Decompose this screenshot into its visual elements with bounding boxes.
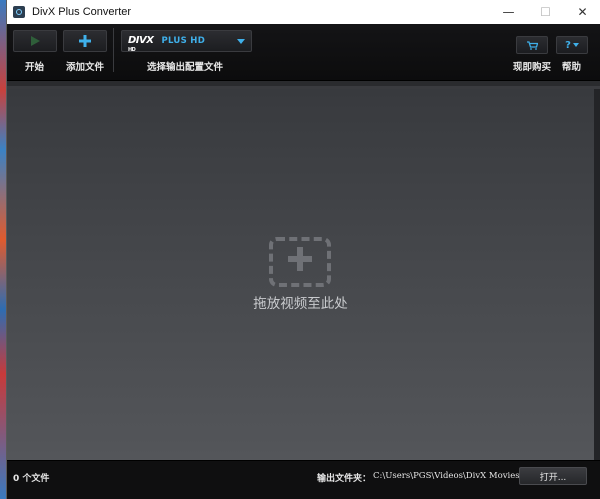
help-button[interactable]: ? — [556, 36, 588, 54]
app-window: DivX Plus Converter — ☐ ✕ 开始 添加文件 DIVX HD… — [6, 0, 600, 499]
dropdown-arrow-icon — [237, 39, 245, 44]
toolbar: 开始 添加文件 DIVXHD PLUS HD 选择输出配置文件 现即购买 ? — [7, 24, 600, 80]
start-button[interactable] — [13, 30, 57, 52]
output-folder-label: 输出文件夹： — [317, 474, 372, 484]
add-file-button[interactable] — [63, 30, 107, 52]
profile-selected-value: PLUS HD — [161, 36, 206, 46]
close-button[interactable]: ✕ — [564, 0, 600, 24]
toolbar-divider — [113, 28, 114, 72]
title-bar: DivX Plus Converter — ☐ ✕ — [7, 0, 600, 24]
open-folder-button[interactable]: 打开... — [519, 467, 587, 485]
profile-label: 选择输出配置文件 — [147, 62, 224, 73]
file-count: 0 个文件 — [13, 474, 50, 484]
output-folder-path: C:\Users\PGS\Videos\DivX Movies — [373, 471, 520, 481]
window-controls: — ☐ ✕ — [490, 0, 600, 24]
plus-icon — [79, 35, 91, 47]
video-drop-area[interactable]: 拖放视频至此处 — [7, 89, 594, 460]
status-bar: 0 个文件 输出文件夹： C:\Users\PGS\Videos\DivX Mo… — [7, 460, 600, 499]
drop-zone-icon — [269, 237, 331, 287]
divx-logo: DIVX HD — [128, 35, 154, 54]
vertical-scrollbar[interactable] — [594, 89, 600, 460]
start-label: 开始 — [25, 62, 45, 73]
minimize-button[interactable]: — — [490, 0, 527, 24]
buy-label: 现即购买 — [513, 62, 552, 73]
buy-button[interactable] — [516, 36, 548, 54]
app-icon — [13, 6, 25, 18]
window-title: DivX Plus Converter — [32, 6, 132, 18]
drop-hint-text: 拖放视频至此处 — [253, 296, 348, 312]
help-dropdown-icon — [572, 43, 579, 47]
play-icon — [31, 36, 40, 46]
add-file-label: 添加文件 — [66, 62, 105, 73]
output-profile-select[interactable]: DIVX HD PLUS HD — [121, 30, 252, 54]
maximize-button[interactable]: ☐ — [527, 0, 564, 24]
help-label: 帮助 — [562, 62, 582, 73]
drop-plus-icon — [288, 247, 312, 271]
cart-icon — [526, 40, 538, 50]
help-icon: ? — [565, 39, 571, 51]
